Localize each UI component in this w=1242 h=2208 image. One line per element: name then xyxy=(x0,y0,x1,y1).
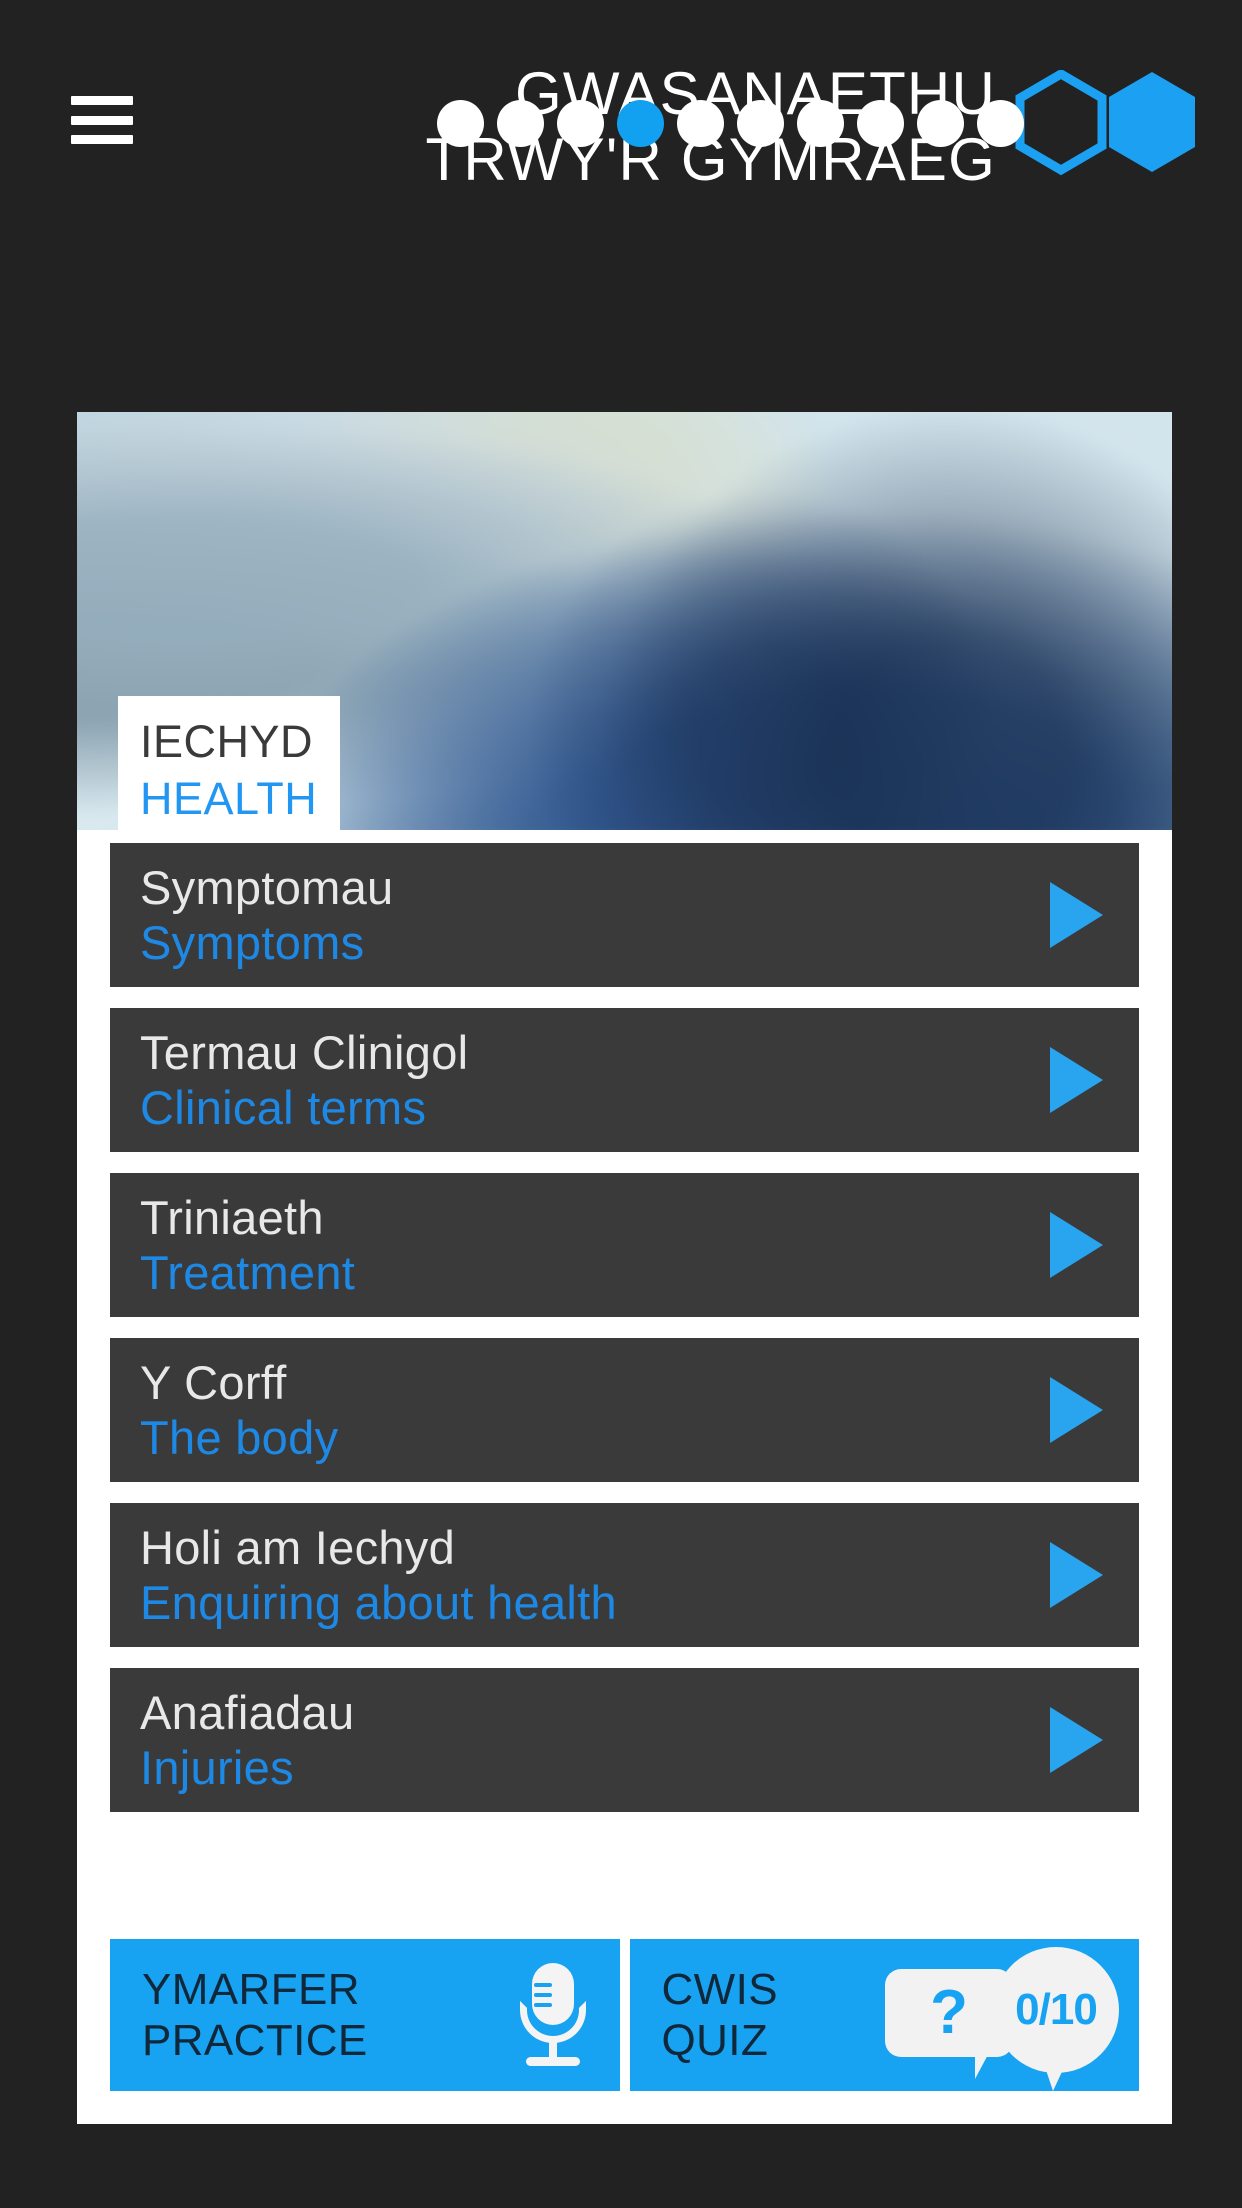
topic-label-en: Symptoms xyxy=(140,916,365,969)
quiz-button[interactable]: CWIS QUIZ ? 0/10 xyxy=(629,1939,1139,2091)
pagination-dots[interactable] xyxy=(437,100,1024,147)
topic-row[interactable]: Anafiadau Injuries xyxy=(110,1668,1139,1812)
question-bubble-icon: ? 0/10 xyxy=(879,1945,1119,2091)
practice-button[interactable]: YMARFER PRACTICE xyxy=(110,1939,620,2091)
topic-label-en: Treatment xyxy=(140,1246,356,1299)
topic-label-cy: Holi am Iechyd xyxy=(140,1520,456,1574)
pagination-dot-3[interactable] xyxy=(557,100,604,147)
quiz-label-en: QUIZ xyxy=(661,2016,769,2065)
topic-row[interactable]: Holi am Iechyd Enquiring about health xyxy=(110,1503,1139,1647)
play-icon[interactable] xyxy=(1050,1707,1103,1773)
hero-title-en: HEALTH xyxy=(140,772,318,824)
microphone-arc xyxy=(519,2001,586,2043)
topic-label-cy: Symptomau xyxy=(140,860,394,914)
pagination-dot-9[interactable] xyxy=(917,100,964,147)
topic-label-en: Injuries xyxy=(140,1741,294,1794)
topic-label-en: The body xyxy=(140,1411,339,1464)
pagination-dot-8[interactable] xyxy=(857,100,904,147)
play-icon[interactable] xyxy=(1050,882,1103,948)
hero-banner: IECHYD HEALTH xyxy=(77,412,1172,830)
topic-label-cy: Anafiadau xyxy=(140,1685,355,1739)
app-screen: GWASANAETHU TRWY'R GYMRAEG IECHYD HEALTH xyxy=(0,0,1242,2208)
pagination-dot-5[interactable] xyxy=(677,100,724,147)
topic-row[interactable]: Y Corff The body xyxy=(110,1338,1139,1482)
topic-list: Symptomau Symptoms Termau Clinigol Clinical… xyxy=(77,830,1172,1812)
action-bar: YMARFER PRACTICE CWIS QUIZ ? 0/10 xyxy=(77,1939,1172,2124)
play-icon[interactable] xyxy=(1050,1542,1103,1608)
hexagon-filled-icon xyxy=(1109,72,1195,172)
microphone-grille-line xyxy=(533,1993,552,1997)
pagination-dot-4[interactable] xyxy=(617,100,664,147)
microphone-grille-line xyxy=(533,1983,552,1987)
hamburger-bar-2 xyxy=(71,115,133,125)
hero-title-card: IECHYD HEALTH xyxy=(118,696,340,830)
topic-label-cy: Termau Clinigol xyxy=(140,1025,469,1079)
topic-label-en: Clinical terms xyxy=(140,1081,427,1134)
pagination-dot-1[interactable] xyxy=(437,100,484,147)
pagination-dot-2[interactable] xyxy=(497,100,544,147)
microphone-icon xyxy=(504,1959,600,2071)
topic-text: Anafiadau Injuries xyxy=(140,1685,1034,1796)
topic-label-cy: Y Corff xyxy=(140,1355,287,1409)
practice-label-en: PRACTICE xyxy=(142,2016,368,2065)
topic-text: Termau Clinigol Clinical terms xyxy=(140,1025,1034,1136)
topic-text: Holi am Iechyd Enquiring about health xyxy=(140,1520,1034,1631)
topic-text: Y Corff The body xyxy=(140,1355,1034,1466)
hexagon-logo xyxy=(1012,70,1202,182)
content-panel: IECHYD HEALTH Symptomau Symptoms Termau Cl… xyxy=(77,412,1172,2124)
microphone-base xyxy=(525,2057,580,2066)
hexagon-pair-icon xyxy=(1015,70,1195,176)
topic-row[interactable]: Termau Clinigol Clinical terms xyxy=(110,1008,1139,1152)
play-icon[interactable] xyxy=(1050,1212,1103,1278)
hamburger-menu-icon[interactable] xyxy=(71,96,133,144)
practice-label-cy: YMARFER xyxy=(142,1964,360,2014)
play-icon[interactable] xyxy=(1050,1047,1103,1113)
hamburger-bar-3 xyxy=(71,135,133,144)
pagination-dot-7[interactable] xyxy=(797,100,844,147)
brand-lockup: GWASANAETHU TRWY'R GYMRAEG xyxy=(425,64,1202,278)
hamburger-bar-1 xyxy=(71,96,133,105)
quiz-score-badge: 0/10 xyxy=(993,1947,1119,2073)
topic-row[interactable]: Triniaeth Treatment xyxy=(110,1173,1139,1317)
pagination-dot-6[interactable] xyxy=(737,100,784,147)
practice-label: YMARFER PRACTICE xyxy=(142,1964,368,2066)
topic-row[interactable]: Symptomau Symptoms xyxy=(110,843,1139,987)
topic-label-cy: Triniaeth xyxy=(140,1190,324,1244)
pagination-dot-10[interactable] xyxy=(977,100,1024,147)
hexagon-outline-icon xyxy=(1015,70,1107,176)
topic-text: Symptomau Symptoms xyxy=(140,860,1034,971)
play-icon[interactable] xyxy=(1050,1377,1103,1443)
quiz-label-cy: CWIS xyxy=(661,1964,778,2014)
topic-text: Triniaeth Treatment xyxy=(140,1190,1034,1301)
quiz-score-text: 0/10 xyxy=(1015,1985,1098,2034)
quiz-label: CWIS QUIZ xyxy=(662,1964,778,2066)
topic-label-en: Enquiring about health xyxy=(140,1576,617,1629)
hero-title-cy: IECHYD xyxy=(140,716,314,767)
